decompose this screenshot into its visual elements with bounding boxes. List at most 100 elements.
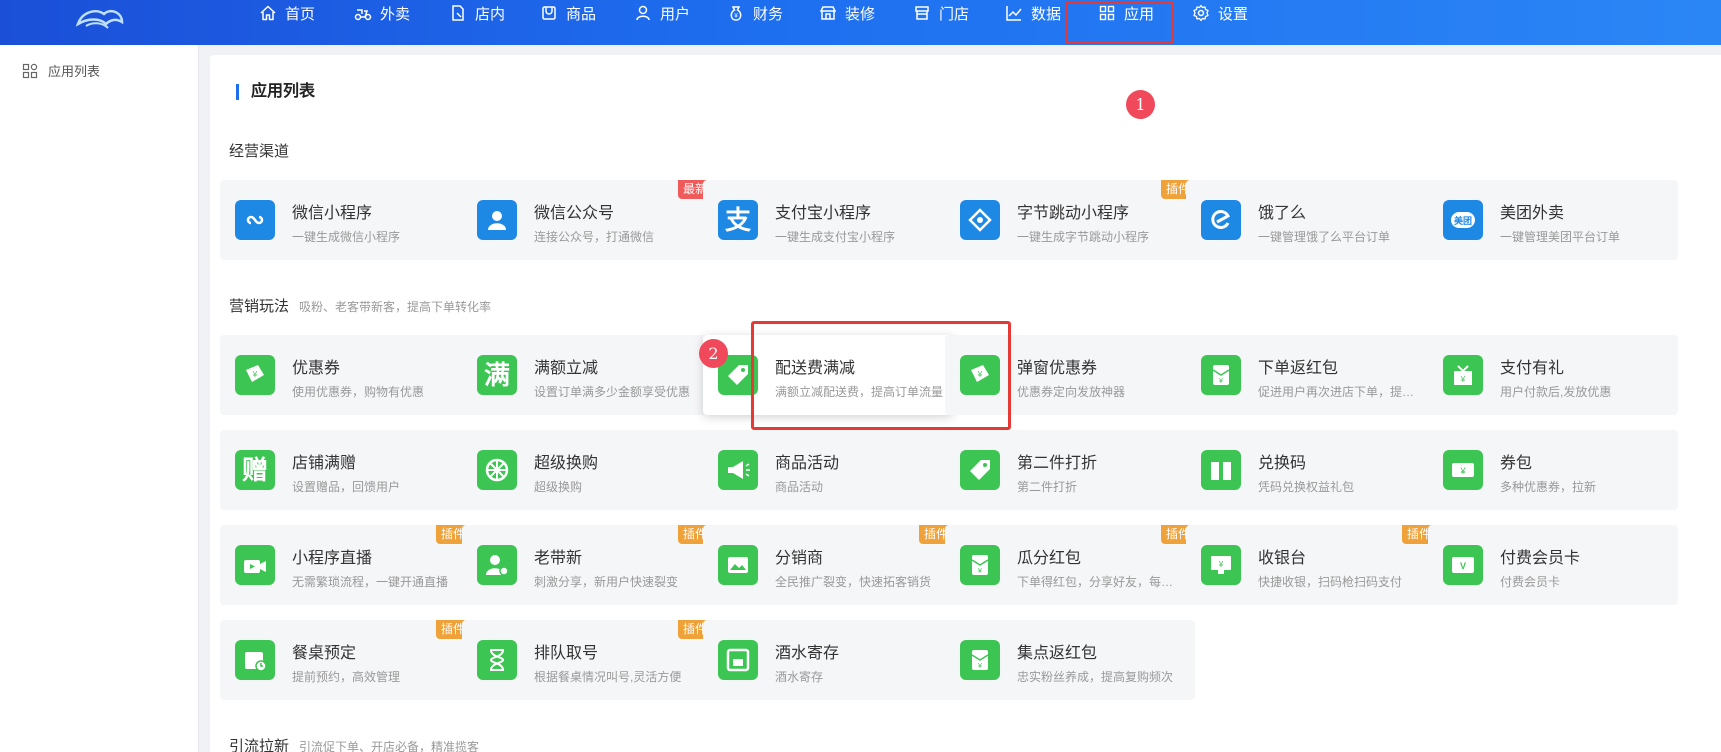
- vip-card-icon: V: [1443, 545, 1483, 585]
- app-card-desc: 刺激分享，新用户快速裂变: [534, 575, 679, 589]
- nav-decor[interactable]: 装修: [819, 0, 875, 26]
- delivery-fee-highlight-box: [751, 321, 1011, 430]
- app-card-invite-user[interactable]: 老带新 刺激分享，新用户快速裂变 插件: [462, 525, 712, 605]
- app-card-name: 第二件打折: [1017, 455, 1098, 472]
- app-card-megaphone[interactable]: 商品活动 商品活动: [703, 430, 953, 510]
- nav-instore[interactable]: 店内: [449, 0, 505, 26]
- svg-text:¥: ¥: [978, 663, 982, 670]
- app-card-desc: 一键生成微信小程序: [292, 230, 401, 244]
- nav-finance[interactable]: ¥ 财务: [727, 0, 783, 26]
- sidebar-item-app-list[interactable]: 应用列表: [22, 61, 100, 80]
- app-card-redeem-code[interactable]: 兑换码 凭码兑换权益礼包: [1186, 430, 1436, 510]
- svg-text:¥: ¥: [734, 14, 738, 20]
- money-bag-icon: ¥: [730, 6, 742, 21]
- app-card-eleme[interactable]: 饿了么 一键管理饿了么平台订单: [1186, 180, 1436, 260]
- svg-text:¥: ¥: [252, 370, 258, 379]
- app-card-desc: 促进用户再次进店下单，提升复购率: [1258, 385, 1426, 399]
- app-card-name: 排队取号: [534, 645, 599, 662]
- app-card-exchange-wheel[interactable]: 超级换购 超级换购: [462, 430, 712, 510]
- shop-decor-icon: [819, 6, 837, 20]
- nav-products[interactable]: 商品: [540, 0, 596, 26]
- app-card-desc: 设置订单满多少金额享受优惠: [534, 385, 691, 399]
- app-card-red-packet[interactable]: ¥ 下单返红包促进用户再次进店下单，提升复购率: [1186, 335, 1436, 415]
- redeem-code-icon: [1201, 450, 1241, 490]
- app-card-name: 老带新: [534, 550, 583, 567]
- app-card-name: 瓜分红包: [1017, 550, 1082, 567]
- app-card-official-account[interactable]: 微信公众号 连接公众号，打通微信 最新: [462, 180, 712, 260]
- app-card-name: 店铺满赠: [292, 455, 357, 472]
- nav-takeout[interactable]: 外卖: [354, 0, 410, 26]
- svg-text:¥: ¥: [1459, 466, 1466, 476]
- app-card-name: 支付宝小程序: [775, 205, 872, 222]
- app-card-cashier[interactable]: ¥ 收银台 快捷收银，扫码枪扫码支付 插件: [1186, 525, 1436, 605]
- svg-text:¥: ¥: [1218, 560, 1224, 569]
- app-card-desc: 快捷收银，扫码枪扫码支付: [1258, 575, 1403, 589]
- nav-products-label: 商品: [566, 5, 597, 23]
- app-card-desc: 下单得红包，分享好友，每人领红包: [1017, 575, 1185, 589]
- app-card-meituan[interactable]: 美团 美团外卖 一键管理美团平台订单: [1428, 180, 1678, 260]
- top-nav: 首页 外卖 店内 商品 用户 ¥ 财务 装修 门店 数据 应用 设置: [0, 0, 1721, 45]
- app-card-desc: 忠实粉丝养成，提高复购频次: [1017, 670, 1174, 684]
- cashier-icon: ¥: [1201, 545, 1241, 585]
- section-title-channels: 经营渠道: [229, 143, 290, 160]
- user-icon: [636, 5, 650, 21]
- nav-users-label: 用户: [660, 5, 691, 23]
- app-card-name: 分销商: [775, 550, 824, 567]
- nav-takeout-label: 外卖: [380, 5, 411, 23]
- eleme-icon: [1201, 200, 1241, 240]
- app-card-name: 字节跳动小程序: [1017, 205, 1130, 222]
- app-card-distributor[interactable]: 分销商 全民推广裂变，快速拓客销货 插件: [703, 525, 953, 605]
- nav-data-label: 数据: [1031, 5, 1062, 23]
- app-card-desc: 超级换购: [534, 480, 583, 494]
- app-card-mini-program[interactable]: 微信小程序 一键生成微信小程序: [220, 180, 470, 260]
- nav-stores-label: 门店: [939, 5, 970, 23]
- nav-decor-label: 装修: [845, 5, 876, 23]
- app-card-vip-card[interactable]: V 付费会员卡 付费会员卡: [1428, 525, 1678, 605]
- app-card-points-red-packet[interactable]: ¥ 集点返红包 忠实粉丝养成，提高复购频次: [945, 620, 1195, 700]
- app-card-split-red-packet[interactable]: ¥瓜分红包下单得红包，分享好友，每人领红包插件: [945, 525, 1195, 605]
- app-card-live-camera[interactable]: 小程序直播 无需繁琐流程，一键开通直播 插件: [220, 525, 470, 605]
- chart-icon: [1006, 6, 1022, 21]
- app-card-full-reduction[interactable]: 满满额立减 设置订单满多少金额享受优惠: [462, 335, 712, 415]
- app-card-pay-gift[interactable]: ¥ 支付有礼用户付款后,发放优惠: [1428, 335, 1678, 415]
- app-card-desc: 商品活动: [775, 480, 824, 494]
- app-card-coupon-pack[interactable]: ¥ 券包 多种优惠券，拉新: [1428, 430, 1678, 510]
- app-card-desc: 用户付款后,发放优惠: [1500, 385, 1612, 399]
- gear-icon: [1193, 4, 1209, 22]
- nav-home-label: 首页: [285, 5, 316, 23]
- svg-text:¥: ¥: [1460, 375, 1466, 384]
- app-card-name: 支付有礼: [1500, 360, 1565, 377]
- app-card-name: 饿了么: [1258, 205, 1307, 222]
- app-card-name: 兑换码: [1258, 455, 1307, 472]
- gift-zeng-icon: 赠: [235, 450, 275, 490]
- nav-settings[interactable]: 设置: [1192, 0, 1248, 26]
- svg-text:美团: 美团: [1454, 215, 1472, 226]
- app-card-bytedance[interactable]: 字节跳动小程序 一键生成字节跳动小程序 插件: [945, 180, 1195, 260]
- app-card-desc: 付费会员卡: [1500, 575, 1561, 589]
- table-booking-icon: [235, 640, 275, 680]
- logo-icon[interactable]: [72, 2, 128, 42]
- nav-home[interactable]: 首页: [259, 0, 315, 26]
- nav-users[interactable]: 用户: [634, 0, 690, 26]
- app-card-name: 酒水寄存: [775, 645, 840, 662]
- app-card-hourglass[interactable]: 排队取号 根据餐桌情况叫号,灵活方便 插件: [462, 620, 712, 700]
- scooter-icon: [354, 9, 372, 21]
- annotation-marker-2: 2: [699, 339, 728, 368]
- app-card-alipay[interactable]: 支支付宝小程序 一键生成支付宝小程序: [703, 180, 953, 260]
- app-card-table-booking[interactable]: 餐桌预定 提前预约，高效管理 插件: [220, 620, 470, 700]
- app-card-name: 收银台: [1258, 550, 1307, 567]
- store-icon: [915, 6, 929, 20]
- app-card-desc: 一键生成支付宝小程序: [775, 230, 896, 244]
- app-card-gift-zeng[interactable]: 赠店铺满赠 设置赠品，回馈用户: [220, 430, 470, 510]
- app-card-price-tag[interactable]: 第二件打折 第二件打折: [945, 430, 1195, 510]
- points-red-packet-icon: ¥: [960, 640, 1000, 680]
- nav-stores[interactable]: 门店: [913, 0, 969, 26]
- app-card-coupon[interactable]: ¥ 优惠券 使用优惠券，购物有优惠: [220, 335, 470, 415]
- megaphone-icon: [718, 450, 758, 490]
- app-card-name: 超级换购: [534, 455, 599, 472]
- app-card-desc: 无需繁琐流程，一键开通直播: [292, 575, 449, 589]
- section-title-traffic: 引流拉新 引流促下单、开店必备，精准揽客: [229, 738, 480, 752]
- app-card-storage[interactable]: 酒水寄存 酒水寄存: [703, 620, 953, 700]
- app-card-name: 付费会员卡: [1500, 550, 1581, 567]
- nav-data[interactable]: 数据: [1005, 0, 1061, 26]
